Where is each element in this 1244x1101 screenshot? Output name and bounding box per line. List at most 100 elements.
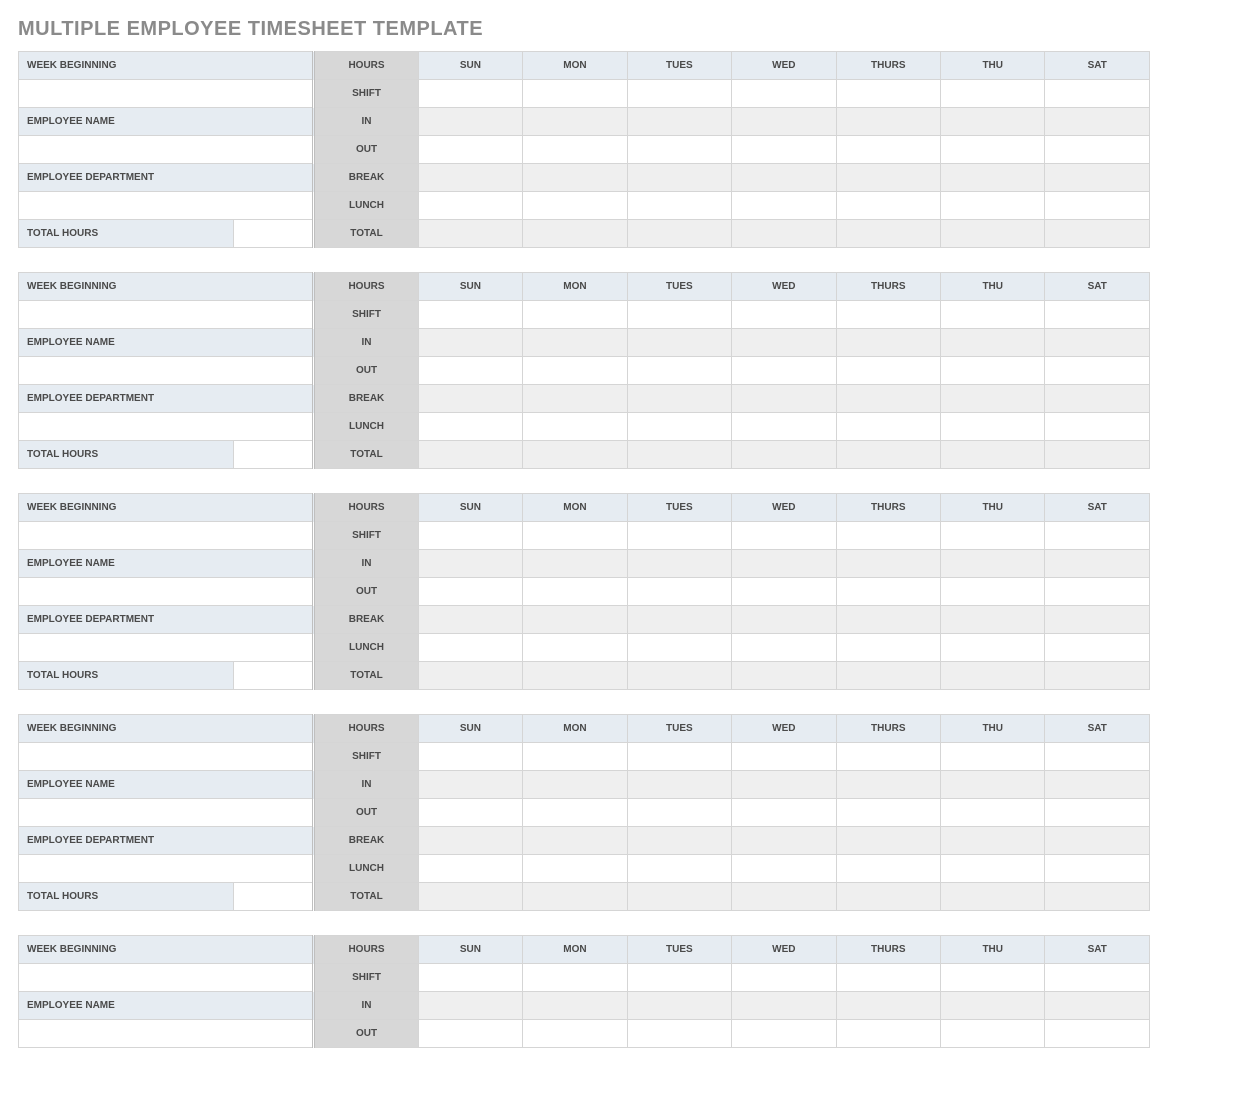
day-cell[interactable] <box>523 441 627 469</box>
day-cell[interactable] <box>418 743 522 771</box>
day-cell[interactable] <box>523 164 627 192</box>
day-cell[interactable] <box>941 606 1045 634</box>
day-cell[interactable] <box>732 771 836 799</box>
day-cell[interactable] <box>418 164 522 192</box>
day-cell[interactable] <box>627 522 731 550</box>
day-cell[interactable] <box>836 80 940 108</box>
day-cell[interactable] <box>1045 771 1150 799</box>
day-cell[interactable] <box>941 1020 1045 1048</box>
day-cell[interactable] <box>1045 827 1150 855</box>
day-cell[interactable] <box>1045 108 1150 136</box>
day-cell[interactable] <box>627 1020 731 1048</box>
day-cell[interactable] <box>941 827 1045 855</box>
day-cell[interactable] <box>941 883 1045 911</box>
value-employee-department[interactable] <box>19 413 314 441</box>
day-cell[interactable] <box>523 771 627 799</box>
day-cell[interactable] <box>418 992 522 1020</box>
day-cell[interactable] <box>836 827 940 855</box>
day-cell[interactable] <box>418 771 522 799</box>
day-cell[interactable] <box>418 964 522 992</box>
day-cell[interactable] <box>732 220 836 248</box>
day-cell[interactable] <box>627 192 731 220</box>
value-employee-department[interactable] <box>19 192 314 220</box>
day-cell[interactable] <box>732 522 836 550</box>
day-cell[interactable] <box>836 799 940 827</box>
value-total-hours[interactable] <box>233 662 313 690</box>
day-cell[interactable] <box>627 108 731 136</box>
day-cell[interactable] <box>836 550 940 578</box>
day-cell[interactable] <box>941 992 1045 1020</box>
day-cell[interactable] <box>941 855 1045 883</box>
day-cell[interactable] <box>1045 385 1150 413</box>
day-cell[interactable] <box>836 357 940 385</box>
day-cell[interactable] <box>941 441 1045 469</box>
day-cell[interactable] <box>418 799 522 827</box>
day-cell[interactable] <box>836 441 940 469</box>
day-cell[interactable] <box>1045 220 1150 248</box>
day-cell[interactable] <box>732 108 836 136</box>
day-cell[interactable] <box>732 441 836 469</box>
day-cell[interactable] <box>836 662 940 690</box>
day-cell[interactable] <box>418 220 522 248</box>
day-cell[interactable] <box>418 329 522 357</box>
day-cell[interactable] <box>941 578 1045 606</box>
day-cell[interactable] <box>836 220 940 248</box>
day-cell[interactable] <box>732 578 836 606</box>
day-cell[interactable] <box>941 192 1045 220</box>
day-cell[interactable] <box>418 108 522 136</box>
day-cell[interactable] <box>418 578 522 606</box>
day-cell[interactable] <box>523 385 627 413</box>
day-cell[interactable] <box>732 827 836 855</box>
day-cell[interactable] <box>836 992 940 1020</box>
day-cell[interactable] <box>1045 634 1150 662</box>
day-cell[interactable] <box>941 80 1045 108</box>
day-cell[interactable] <box>941 136 1045 164</box>
day-cell[interactable] <box>418 80 522 108</box>
day-cell[interactable] <box>1045 743 1150 771</box>
value-week-beginning[interactable] <box>19 743 314 771</box>
day-cell[interactable] <box>523 1020 627 1048</box>
day-cell[interactable] <box>523 413 627 441</box>
day-cell[interactable] <box>418 606 522 634</box>
day-cell[interactable] <box>836 522 940 550</box>
day-cell[interactable] <box>1045 357 1150 385</box>
day-cell[interactable] <box>418 192 522 220</box>
value-week-beginning[interactable] <box>19 301 314 329</box>
day-cell[interactable] <box>1045 329 1150 357</box>
value-employee-name[interactable] <box>19 1020 314 1048</box>
day-cell[interactable] <box>1045 80 1150 108</box>
day-cell[interactable] <box>627 550 731 578</box>
day-cell[interactable] <box>732 743 836 771</box>
day-cell[interactable] <box>1045 1020 1150 1048</box>
value-week-beginning[interactable] <box>19 964 314 992</box>
day-cell[interactable] <box>941 385 1045 413</box>
day-cell[interactable] <box>732 385 836 413</box>
day-cell[interactable] <box>627 771 731 799</box>
day-cell[interactable] <box>627 329 731 357</box>
day-cell[interactable] <box>627 441 731 469</box>
day-cell[interactable] <box>732 662 836 690</box>
day-cell[interactable] <box>523 192 627 220</box>
day-cell[interactable] <box>836 578 940 606</box>
day-cell[interactable] <box>523 883 627 911</box>
day-cell[interactable] <box>627 883 731 911</box>
day-cell[interactable] <box>627 385 731 413</box>
day-cell[interactable] <box>418 301 522 329</box>
day-cell[interactable] <box>1045 550 1150 578</box>
value-total-hours[interactable] <box>233 441 313 469</box>
day-cell[interactable] <box>941 357 1045 385</box>
day-cell[interactable] <box>732 357 836 385</box>
day-cell[interactable] <box>523 743 627 771</box>
day-cell[interactable] <box>836 385 940 413</box>
day-cell[interactable] <box>941 662 1045 690</box>
value-total-hours[interactable] <box>233 220 313 248</box>
day-cell[interactable] <box>732 799 836 827</box>
day-cell[interactable] <box>836 771 940 799</box>
day-cell[interactable] <box>732 606 836 634</box>
day-cell[interactable] <box>627 301 731 329</box>
day-cell[interactable] <box>523 329 627 357</box>
day-cell[interactable] <box>627 578 731 606</box>
day-cell[interactable] <box>941 550 1045 578</box>
value-employee-department[interactable] <box>19 855 314 883</box>
day-cell[interactable] <box>1045 522 1150 550</box>
